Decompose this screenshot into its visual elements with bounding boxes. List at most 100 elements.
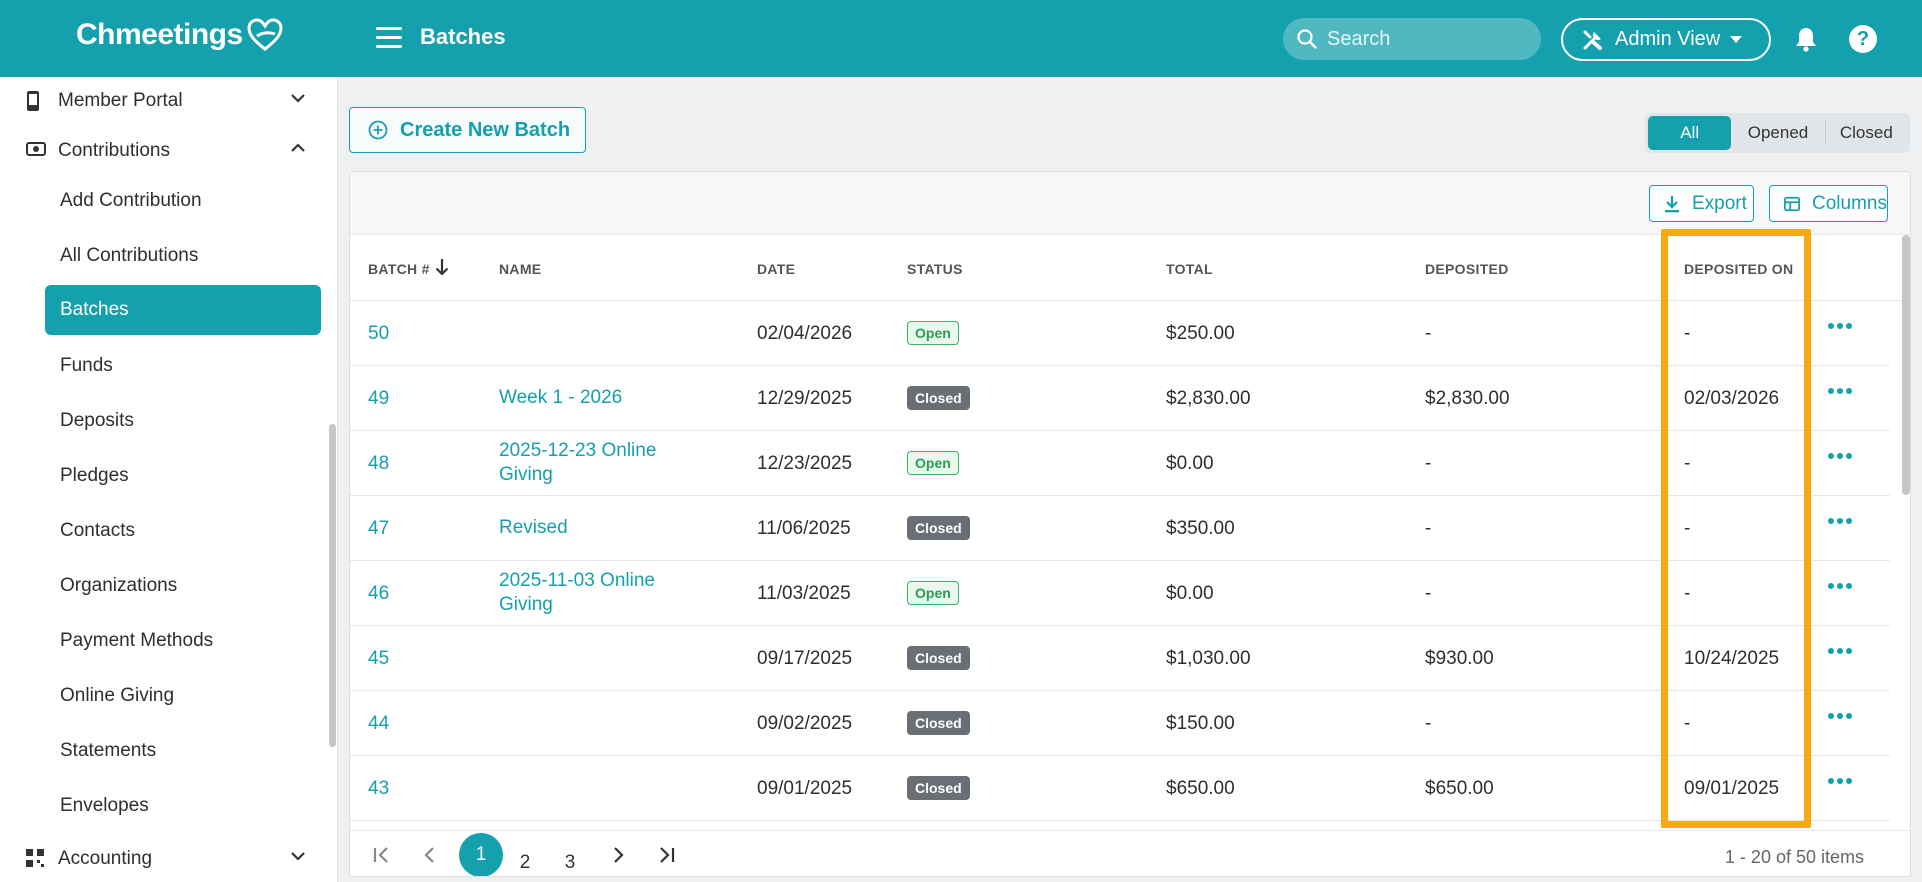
create-new-batch-button[interactable]: Create New Batch xyxy=(349,107,586,153)
menu-toggle-button[interactable] xyxy=(376,27,402,49)
sort-down-icon[interactable] xyxy=(435,258,449,276)
filter-closed[interactable]: Closed xyxy=(1826,116,1907,150)
export-button[interactable]: Export xyxy=(1649,185,1754,222)
search-input[interactable] xyxy=(1327,27,1527,51)
row-actions-icon[interactable] xyxy=(1828,453,1855,459)
page-3-button[interactable]: 3 xyxy=(549,842,591,876)
deposited-cell: $2,830.00 xyxy=(1425,388,1510,409)
status-badge: Closed xyxy=(907,386,970,410)
search-box[interactable] xyxy=(1283,18,1541,60)
row-actions-icon[interactable] xyxy=(1828,583,1855,589)
sidebar-item-contacts[interactable]: Contacts xyxy=(45,506,321,556)
sidebar-item-accounting[interactable]: Accounting xyxy=(0,835,337,882)
sidebar-scrollbar[interactable] xyxy=(329,424,336,747)
column-header-status[interactable]: STATUS xyxy=(907,261,963,277)
export-label: Export xyxy=(1692,192,1747,214)
column-header-name[interactable]: NAME xyxy=(499,261,541,277)
status-badge: Closed xyxy=(907,646,970,670)
date-cell: 11/06/2025 xyxy=(757,518,851,539)
row-actions-icon[interactable] xyxy=(1828,648,1855,654)
batch-name-link[interactable]: 2025-11-03 Online Giving xyxy=(499,569,699,617)
table-row[interactable]: 46 2025-11-03 Online Giving 11/03/2025 O… xyxy=(350,561,1890,626)
sidebar-item-all-contributions[interactable]: All Contributions xyxy=(45,231,321,281)
pagination-info: 1 - 20 of 50 items xyxy=(1724,847,1864,867)
batch-name-link[interactable]: Revised xyxy=(499,516,699,540)
table-row[interactable]: 50 02/04/2026 Open $250.00 - - xyxy=(350,301,1890,366)
column-header-date[interactable]: DATE xyxy=(757,261,795,277)
help-button[interactable]: ? xyxy=(1849,25,1877,53)
sidebar-item-funds[interactable]: Funds xyxy=(45,341,321,391)
row-actions-icon[interactable] xyxy=(1828,713,1855,719)
download-icon xyxy=(1665,195,1679,212)
filter-all[interactable]: All xyxy=(1648,116,1732,150)
sidebar-item-batches[interactable]: Batches xyxy=(45,285,321,335)
column-header-deposited-on[interactable]: DEPOSITED ON xyxy=(1684,261,1793,277)
sidebar-item-statements[interactable]: Statements xyxy=(45,726,321,776)
deposited-on-cell: - xyxy=(1684,713,1691,734)
deposited-on-cell: - xyxy=(1684,453,1691,474)
last-page-icon[interactable] xyxy=(656,846,676,864)
next-page-icon[interactable] xyxy=(611,846,625,864)
deposited-on-cell: 09/01/2025 xyxy=(1684,778,1780,799)
sidebar-item-contributions[interactable]: Contributions xyxy=(0,127,337,175)
sidebar-item-payment-methods[interactable]: Payment Methods xyxy=(45,616,321,666)
batch-number-link[interactable]: 49 xyxy=(368,388,389,410)
batch-number-link[interactable]: 50 xyxy=(368,323,389,345)
batch-number-link[interactable]: 47 xyxy=(368,518,389,540)
plus-circle-icon xyxy=(368,120,388,140)
table-row[interactable]: 48 2025-12-23 Online Giving 12/23/2025 O… xyxy=(350,431,1890,496)
bell-icon[interactable] xyxy=(1794,26,1818,52)
sidebar-item-organizations[interactable]: Organizations xyxy=(45,561,321,611)
sidebar-item-envelopes[interactable]: Envelopes xyxy=(45,781,321,831)
page-title: Batches xyxy=(420,24,506,49)
row-actions-icon[interactable] xyxy=(1828,388,1855,394)
batch-number-link[interactable]: 45 xyxy=(368,648,389,670)
batch-number-link[interactable]: 48 xyxy=(368,453,389,475)
row-actions-icon[interactable] xyxy=(1828,778,1855,784)
deposited-cell: $650.00 xyxy=(1425,778,1494,799)
column-header-batch[interactable]: BATCH # xyxy=(368,261,430,277)
sidebar-item-pledges[interactable]: Pledges xyxy=(45,451,321,501)
grid-scrollbar[interactable] xyxy=(1902,235,1910,495)
logo-heart-icon xyxy=(247,18,283,51)
deposited-on-cell: 02/03/2026 xyxy=(1684,388,1780,409)
row-actions-icon[interactable] xyxy=(1828,518,1855,524)
columns-button[interactable]: Columns xyxy=(1769,185,1888,222)
sidebar-item-add-contribution[interactable]: Add Contribution xyxy=(45,176,321,226)
total-cell: $350.00 xyxy=(1166,518,1235,539)
deposited-cell: - xyxy=(1425,583,1432,604)
prev-page-icon[interactable] xyxy=(423,846,437,864)
table-row[interactable]: 44 09/02/2025 Closed $150.00 - - xyxy=(350,691,1890,756)
batch-name-link[interactable]: 2025-12-23 Online Giving xyxy=(499,439,699,487)
date-cell: 02/04/2026 xyxy=(757,323,853,344)
table-row[interactable]: 49 Week 1 - 2026 12/29/2025 Closed $2,83… xyxy=(350,366,1890,431)
caret-down-icon xyxy=(1730,36,1743,43)
total-cell: $650.00 xyxy=(1166,778,1235,799)
batch-number-link[interactable]: 43 xyxy=(368,778,389,800)
sidebar-item-deposits[interactable]: Deposits xyxy=(45,396,321,446)
table-row[interactable]: 45 09/17/2025 Closed $1,030.00 $930.00 1… xyxy=(350,626,1890,691)
column-header-deposited[interactable]: DEPOSITED xyxy=(1425,261,1509,277)
table-row[interactable]: 43 09/01/2025 Closed $650.00 $650.00 09/… xyxy=(350,756,1890,821)
page-1-button[interactable]: 1 xyxy=(459,833,503,876)
sidebar-item-online-giving[interactable]: Online Giving xyxy=(45,671,321,721)
first-page-icon[interactable] xyxy=(372,846,392,864)
sidebar-item-member-portal[interactable]: Member Portal xyxy=(0,77,337,125)
row-actions-icon[interactable] xyxy=(1828,323,1855,329)
deposited-on-cell: - xyxy=(1684,518,1691,539)
filter-opened[interactable]: Opened xyxy=(1731,116,1824,150)
status-badge: Closed xyxy=(907,711,970,735)
table-row[interactable]: 47 Revised 11/06/2025 Closed $350.00 - - xyxy=(350,496,1890,561)
column-header-total[interactable]: TOTAL xyxy=(1166,261,1213,277)
logo[interactable]: Chmeetings xyxy=(76,18,283,52)
batch-number-link[interactable]: 44 xyxy=(368,713,389,735)
deposited-cell: - xyxy=(1425,518,1432,539)
batch-name-link[interactable]: Week 1 - 2026 xyxy=(499,386,699,410)
deposited-on-cell: - xyxy=(1684,583,1691,604)
view-selector[interactable]: Admin View xyxy=(1561,18,1771,61)
top-bar: Chmeetings Batches Admin View ? xyxy=(0,0,1922,77)
page-2-button[interactable]: 2 xyxy=(504,842,546,876)
deposited-cell: - xyxy=(1425,323,1432,344)
batch-number-link[interactable]: 46 xyxy=(368,583,389,605)
date-cell: 09/01/2025 xyxy=(757,778,853,799)
